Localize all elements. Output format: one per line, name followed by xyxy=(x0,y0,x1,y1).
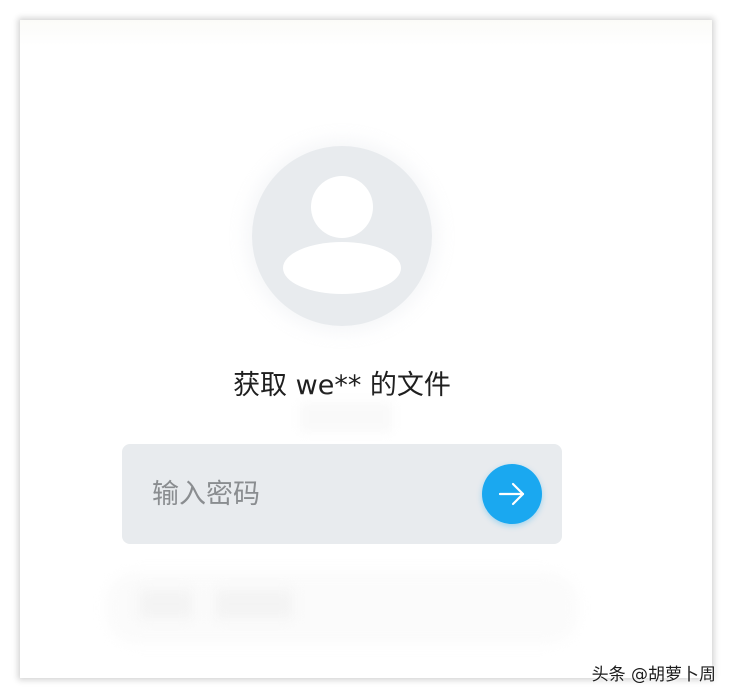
blurred-subtitle xyxy=(300,402,392,432)
blurred-footer-text xyxy=(216,590,292,618)
avatar-body xyxy=(283,242,401,294)
blurred-header xyxy=(20,20,712,46)
blurred-footer-text xyxy=(140,590,192,618)
share-title: 获取 we** 的文件 xyxy=(233,370,451,401)
password-input[interactable] xyxy=(122,444,472,544)
user-avatar-icon xyxy=(252,146,432,326)
watermark: 头条 @胡萝卜周 xyxy=(591,665,716,685)
password-form xyxy=(122,444,562,544)
share-password-card: 获取 we** 的文件 xyxy=(20,20,712,678)
avatar-head xyxy=(311,176,373,238)
submit-button[interactable] xyxy=(482,464,542,524)
arrow-right-icon xyxy=(498,482,525,506)
